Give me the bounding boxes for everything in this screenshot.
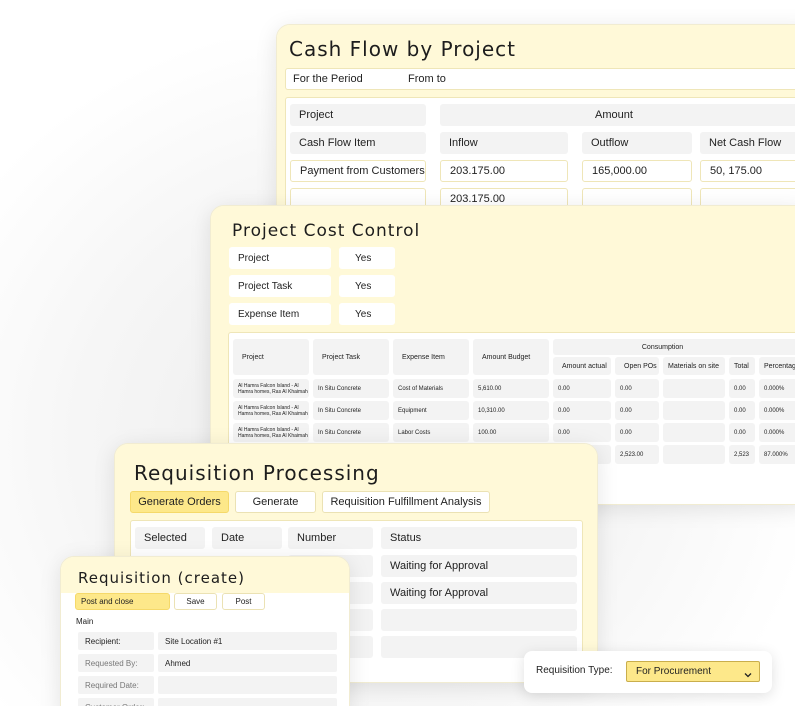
row1-net: 50, 175.00 — [700, 160, 795, 182]
cc-row3-budget: 100.00 — [473, 423, 549, 442]
row1-item: Payment from Customers — [290, 160, 426, 182]
header-project: Project — [290, 104, 426, 126]
cc-row2-task: In Situ Concrete — [313, 401, 389, 420]
cc-row2-actual: 0.00 — [553, 401, 611, 420]
requisition-type-label: Requisition Type: — [536, 665, 613, 676]
cc-row3-total: 0.00 — [729, 423, 755, 442]
save-button[interactable]: Save — [174, 593, 217, 610]
chevron-down-icon — [743, 667, 753, 678]
cc-row2-pct: 0.000% — [759, 401, 795, 420]
cc-header-task: Project Task — [313, 339, 389, 375]
filter-task-value[interactable]: Yes — [339, 275, 395, 297]
fulfillment-analysis-button[interactable]: Requisition Fulfillment Analysis — [322, 491, 490, 513]
cc-row3-task: In Situ Concrete — [313, 423, 389, 442]
requisition-create-card: Requisition (create) Post and close Save… — [60, 556, 350, 706]
cc-row3-open_pos: 0.00 — [615, 423, 659, 442]
cc-row1-budget: 5,610.00 — [473, 379, 549, 398]
period-label: For the Period — [293, 73, 363, 85]
cc-header-total: Total — [729, 357, 755, 375]
cc-header-open-pos: Open POs — [615, 357, 659, 375]
main-section-label: Main — [76, 616, 94, 626]
rp-header-selected: Selected — [135, 527, 205, 549]
cc-row2-materials — [663, 401, 725, 420]
cc-row1-expense: Cost of Materials — [393, 379, 469, 398]
cc-row2-project: Al Hamra Falcon Island - Al Hamra homes,… — [233, 401, 309, 420]
cc-row2-budget: 10,310.00 — [473, 401, 549, 420]
cc-row4-pct: 87.000% — [759, 445, 795, 464]
cash-flow-title: Cash Flow by Project — [289, 37, 517, 61]
filter-project-value[interactable]: Yes — [339, 247, 395, 269]
requisition-type-panel: Requisition Type: For Procurement — [524, 651, 772, 693]
cc-header-actual: Amount actual — [553, 357, 611, 375]
rp-header-number: Number — [288, 527, 373, 549]
generate-button[interactable]: Generate — [235, 491, 316, 513]
cc-row1-task: In Situ Concrete — [313, 379, 389, 398]
header-outflow: Outflow — [582, 132, 692, 154]
cc-header-project: Project — [233, 339, 309, 375]
cc-row3-project: Al Hamra Falcon Island - Al Hamra homes,… — [233, 423, 309, 442]
rp-status-1: Waiting for Approval — [381, 555, 577, 577]
header-net-cash-flow: Net Cash Flow — [700, 132, 795, 154]
rp-header-date: Date — [212, 527, 282, 549]
required-date-field[interactable] — [158, 676, 337, 694]
rp-status-2: Waiting for Approval — [381, 582, 577, 604]
requested-by-label: Requested By: — [78, 654, 154, 672]
cc-row1-actual: 0.00 — [553, 379, 611, 398]
cc-row1-pct: 0.000% — [759, 379, 795, 398]
cc-row2-expense: Equipment — [393, 401, 469, 420]
cc-row1-materials — [663, 379, 725, 398]
cc-row3-actual: 0.00 — [553, 423, 611, 442]
requisition-create-title: Requisition (create) — [78, 569, 245, 587]
cc-header-expense: Expense Item — [393, 339, 469, 375]
filter-task-label: Project Task — [229, 275, 331, 297]
post-and-close-button[interactable]: Post and close — [75, 593, 170, 610]
header-amount: Amount — [440, 104, 795, 126]
cc-header-budget: Amount Budget — [473, 339, 549, 375]
header-cash-flow-item: Cash Flow Item — [290, 132, 426, 154]
cc-row4-open_pos: 2,523.00 — [615, 445, 659, 464]
requisition-processing-title: Requisition Processing — [134, 461, 380, 485]
cc-row1-total: 0.00 — [729, 379, 755, 398]
cc-header-materials: Materials on site — [663, 357, 725, 375]
recipient-label: Recipient: — [78, 632, 154, 650]
filter-project-label: Project — [229, 247, 331, 269]
cc-row1-project: Al Hamra Falcon Island - Al Hamra homes,… — [233, 379, 309, 398]
generate-orders-button[interactable]: Generate Orders — [130, 491, 229, 513]
row1-outflow: 165,000.00 — [582, 160, 692, 182]
cc-row3-expense: Labor Costs — [393, 423, 469, 442]
customer-order-label: Customer Order: — [78, 698, 154, 706]
requisition-type-value: For Procurement — [636, 666, 712, 677]
row1-inflow: 203.175.00 — [440, 160, 568, 182]
filter-expense-label: Expense Item — [229, 303, 331, 325]
requested-by-field[interactable]: Ahmed — [158, 654, 337, 672]
cc-row4-materials — [663, 445, 725, 464]
cost-control-title: Project Cost Control — [232, 221, 421, 241]
customer-order-field[interactable] — [158, 698, 337, 706]
cc-row3-materials — [663, 423, 725, 442]
requisition-type-select[interactable]: For Procurement — [626, 661, 760, 682]
rp-status-3 — [381, 609, 577, 631]
cc-row3-pct: 0.000% — [759, 423, 795, 442]
cc-row4-total: 2,523 — [729, 445, 755, 464]
rp-header-status: Status — [381, 527, 577, 549]
cc-row2-open_pos: 0.00 — [615, 401, 659, 420]
cc-row1-open_pos: 0.00 — [615, 379, 659, 398]
cc-header-consumption: Consumption — [553, 339, 795, 355]
period-bar: For the Period From to — [285, 68, 795, 90]
cc-row2-total: 0.00 — [729, 401, 755, 420]
from-to-label: From to — [408, 73, 446, 85]
filter-expense-value[interactable]: Yes — [339, 303, 395, 325]
header-inflow: Inflow — [440, 132, 568, 154]
recipient-field[interactable]: Site Location #1 — [158, 632, 337, 650]
required-date-label: Required Date: — [78, 676, 154, 694]
cc-header-percentage: Percentag — [759, 357, 795, 375]
post-button[interactable]: Post — [222, 593, 265, 610]
